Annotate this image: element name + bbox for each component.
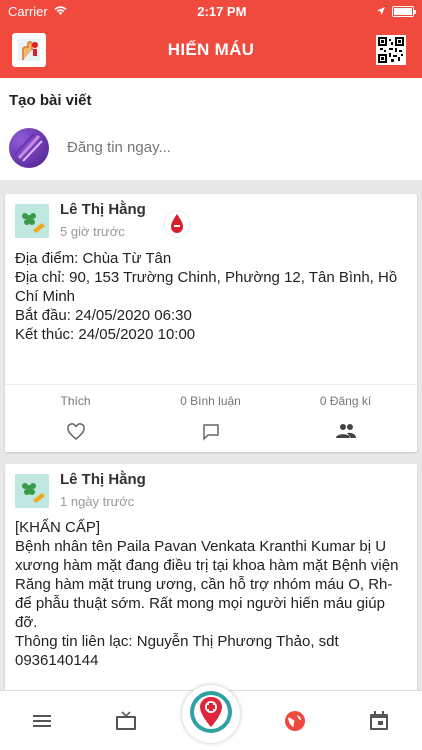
author-name[interactable]: Lê Thị Hằng	[60, 201, 146, 218]
create-post-section: Tạo bài viết Đăng tin ngay...	[0, 78, 422, 180]
author-avatar[interactable]	[15, 204, 49, 238]
post-line: [KHẨN CẤP]	[15, 519, 101, 536]
people-icon	[277, 423, 414, 439]
like-button[interactable]: Thích	[7, 385, 144, 453]
tv-icon[interactable]	[114, 709, 138, 733]
post-feed: Lê Thị Hằng 5 giờ trước Địa điểm: Chùa T…	[0, 180, 422, 690]
post-body: [KHẨN CẤP] Bệnh nhân tên Paila Pavan Ven…	[15, 518, 407, 670]
menu-icon[interactable]	[30, 709, 54, 733]
blood-location-button[interactable]	[182, 685, 240, 743]
post-time: 1 ngày trước	[60, 494, 135, 509]
clock: 2:17 PM	[197, 3, 247, 19]
qr-code-icon[interactable]	[376, 35, 406, 65]
post-input[interactable]: Đăng tin ngay...	[67, 139, 171, 156]
comment-icon	[142, 423, 279, 441]
carrier-label: Carrier	[8, 3, 48, 19]
post-line: Bệnh nhân tên Paila Pavan Venkata Kranth…	[15, 538, 399, 631]
register-count: 0 Đăng kí	[319, 394, 372, 408]
blood-location-icon	[188, 689, 234, 740]
post-line: Địa điểm: Chùa Từ Tân	[15, 250, 172, 267]
wifi-icon	[53, 4, 68, 19]
post-line: Kết thúc: 24/05/2020 10:00	[15, 326, 196, 343]
like-label: Thích	[60, 394, 91, 408]
heart-icon	[7, 423, 144, 441]
top-navigation-bar: HIẾN MÁU	[0, 22, 422, 78]
post-line: Địa chỉ: 90, 153 Trường Chinh, Phường 12…	[15, 269, 398, 305]
blood-drop-icon	[163, 210, 191, 243]
blood-donor-icon[interactable]	[12, 33, 46, 67]
page-title: HIẾN MÁU	[167, 40, 255, 59]
comment-button[interactable]: 0 Bình luận	[142, 385, 279, 453]
globe-icon[interactable]	[283, 709, 307, 733]
post-line: Bắt đầu: 24/05/2020 06:30	[15, 307, 192, 324]
status-bar: Carrier 2:17 PM	[0, 0, 422, 22]
bottom-tab-bar	[0, 685, 422, 750]
avatar[interactable]	[9, 128, 49, 168]
comment-count: 0 Bình luận	[180, 394, 241, 408]
location-arrow-icon	[376, 4, 386, 19]
post-actions: Thích 0 Bình luận 0 Đăng kí	[5, 384, 417, 452]
author-name[interactable]: Lê Thị Hằng	[60, 471, 146, 488]
create-post-title: Tạo bài viết	[9, 92, 92, 109]
post-line: Thông tin liên lạc: Nguyễn Thị Phương Th…	[15, 633, 339, 669]
post-body: Địa điểm: Chùa Từ Tân Địa chỉ: 90, 153 T…	[15, 249, 407, 344]
post-card: Lê Thị Hằng 5 giờ trước Địa điểm: Chùa T…	[5, 194, 417, 452]
post-card: Lê Thị Hằng 1 ngày trước [KHẨN CẤP] Bệnh…	[5, 464, 417, 690]
battery-icon	[392, 5, 416, 17]
post-time: 5 giờ trước	[60, 224, 125, 239]
calendar-icon[interactable]	[367, 709, 391, 733]
author-avatar[interactable]	[15, 474, 49, 508]
register-button[interactable]: 0 Đăng kí	[277, 385, 414, 453]
